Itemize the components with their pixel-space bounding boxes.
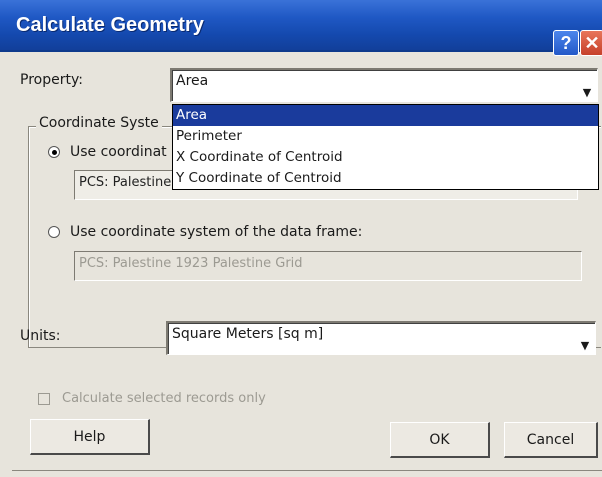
help-title-button[interactable]: ?	[553, 30, 579, 56]
cancel-button[interactable]: Cancel	[504, 422, 598, 458]
ok-button[interactable]: OK	[390, 422, 490, 458]
use-layer-cs-radio-row[interactable]: Use coordinat	[48, 144, 167, 160]
dropdown-item-area[interactable]: Area	[173, 105, 598, 126]
bottom-divider	[12, 470, 602, 471]
window-title: Calculate Geometry	[16, 14, 204, 36]
use-frame-cs-label: Use coordinate system of the data frame:	[70, 224, 363, 240]
use-layer-cs-radio[interactable]	[48, 146, 60, 158]
chevron-down-icon[interactable]: ▼	[579, 83, 595, 99]
dropdown-item-perimeter[interactable]: Perimeter	[173, 126, 598, 147]
use-layer-cs-label: Use coordinat	[70, 144, 167, 160]
frame-cs-value: PCS: Palestine 1923 Palestine Grid	[79, 256, 303, 271]
property-label: Property:	[20, 72, 83, 88]
close-title-button[interactable]: ✕	[580, 30, 602, 56]
use-frame-cs-radio[interactable]	[48, 226, 60, 238]
property-combo[interactable]: Area ▼	[170, 68, 598, 102]
radio-dot-icon	[51, 149, 57, 155]
units-combo[interactable]: Square Meters [sq m] ▼	[166, 321, 596, 355]
help-button-label: Help	[73, 428, 106, 445]
units-value: Square Meters [sq m]	[172, 326, 324, 342]
selected-only-label: Calculate selected records only	[62, 391, 266, 406]
title-bar: Calculate Geometry ? ✕	[0, 0, 602, 56]
selected-only-checkbox[interactable]	[38, 392, 50, 405]
ok-button-label: OK	[429, 431, 450, 448]
property-value: Area	[176, 73, 209, 89]
dropdown-item-y-centroid[interactable]: Y Coordinate of Centroid	[173, 168, 598, 189]
chevron-down-icon[interactable]: ▼	[577, 336, 593, 352]
use-frame-cs-radio-row[interactable]: Use coordinate system of the data frame:	[48, 224, 362, 240]
units-label: Units:	[20, 328, 61, 344]
question-mark-icon: ?	[560, 32, 572, 53]
coordinate-system-group-label: Coordinate Syste	[36, 115, 162, 131]
cancel-button-label: Cancel	[526, 431, 575, 448]
selected-only-row[interactable]: Calculate selected records only	[38, 391, 266, 406]
frame-cs-field: PCS: Palestine 1923 Palestine Grid	[74, 251, 582, 281]
close-icon: ✕	[584, 32, 600, 53]
property-dropdown-list[interactable]: Area Perimeter X Coordinate of Centroid …	[172, 104, 599, 190]
help-button[interactable]: Help	[30, 419, 150, 455]
dropdown-item-x-centroid[interactable]: X Coordinate of Centroid	[173, 147, 598, 168]
